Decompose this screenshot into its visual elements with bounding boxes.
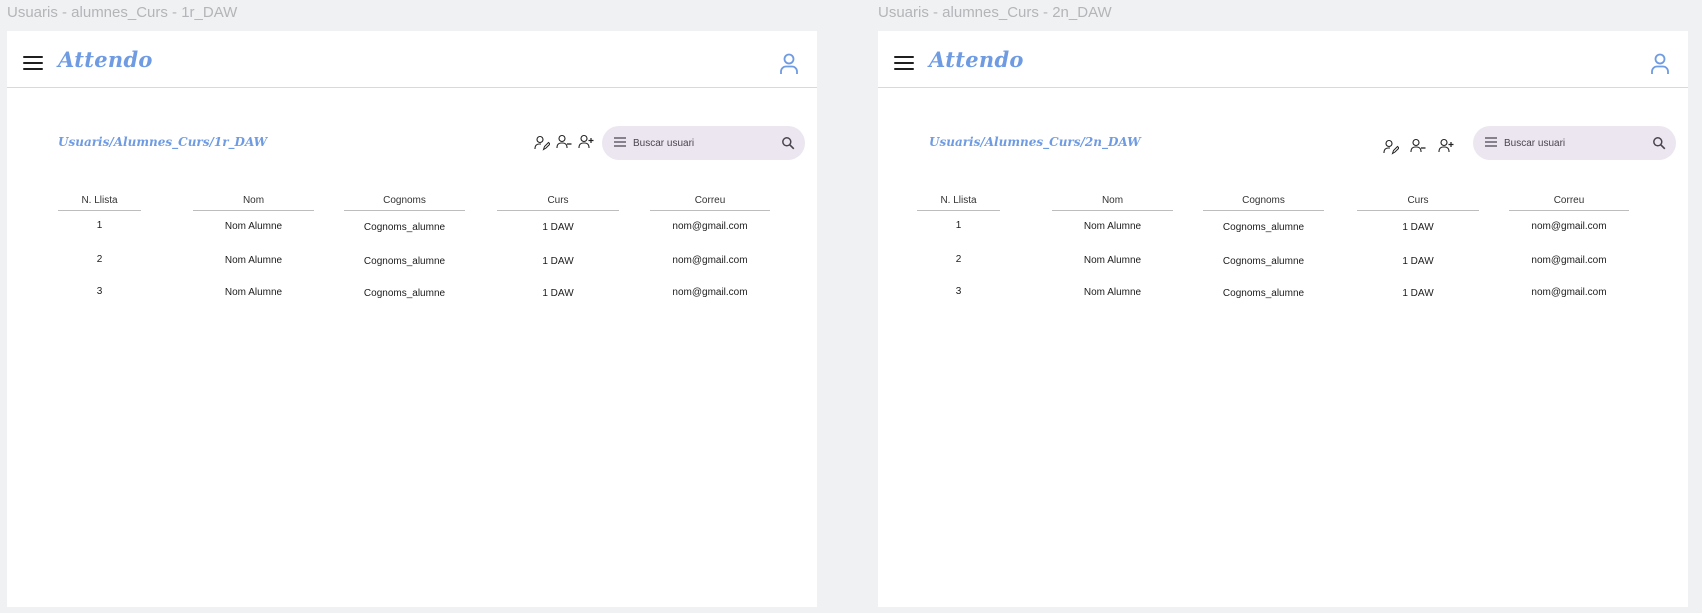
cell-surnames: Cognoms_alumne [1222,288,1305,299]
breadcrumb: Usuaris/Alumnes_Curs/2n_DAW [929,135,1141,149]
user-account-icon[interactable] [779,53,799,75]
user-edit-icon[interactable] [534,135,550,151]
search-input[interactable] [633,134,773,152]
column-header-list-number: N. Llista [917,194,1000,211]
search-bar[interactable] [602,126,805,160]
cell-course: 1 DAW [542,288,574,299]
cell-course: 1 DAW [542,256,574,267]
cell-list-number: 2 [96,254,103,265]
cell-name: Nom Alumne [224,221,283,232]
app-logo-title: Attendo [929,47,1024,72]
cell-course: 1 DAW [1402,222,1434,233]
breadcrumb: Usuaris/Alumnes_Curs/1r_DAW [58,135,268,149]
search-menu-icon[interactable] [1485,137,1497,147]
cell-email: nom@gmail.com [1531,221,1607,232]
cell-email: nom@gmail.com [672,255,748,266]
search-icon[interactable] [781,136,795,150]
search-bar[interactable] [1473,126,1676,160]
user-edit-icon[interactable] [1383,139,1399,155]
user-add-icon[interactable] [578,134,594,150]
hamburger-menu-icon[interactable] [894,56,914,70]
cell-list-number: 1 [96,220,103,231]
column-header-surnames: Cognoms [1203,194,1324,211]
cell-name: Nom Alumne [224,287,283,298]
cell-name: Nom Alumne [224,255,283,266]
app-logo-title: Attendo [58,47,153,72]
cell-email: nom@gmail.com [672,287,748,298]
cell-course: 1 DAW [1402,288,1434,299]
frame-label: Usuaris - alumnes_Curs - 1r_DAW [7,4,238,21]
column-header-email: Correu [1509,194,1629,211]
top-app-bar: Attendo [878,31,1688,88]
search-menu-icon[interactable] [614,137,626,147]
cell-list-number: 3 [955,286,962,297]
cell-course: 1 DAW [542,222,574,233]
frame-label: Usuaris - alumnes_Curs - 2n_DAW [878,4,1112,21]
cell-name: Nom Alumne [1083,221,1142,232]
top-app-bar: Attendo [7,31,817,88]
cell-email: nom@gmail.com [1531,255,1607,266]
cell-surnames: Cognoms_alumne [1222,222,1305,233]
cell-surnames: Cognoms_alumne [363,256,446,267]
search-icon[interactable] [1652,136,1666,150]
cell-email: nom@gmail.com [1531,287,1607,298]
cell-surnames: Cognoms_alumne [1222,256,1305,267]
cell-list-number: 3 [96,286,103,297]
user-remove-icon[interactable] [1410,138,1426,154]
cell-name: Nom Alumne [1083,255,1142,266]
cell-email: nom@gmail.com [672,221,748,232]
column-header-email: Correu [650,194,770,211]
column-header-course: Curs [1357,194,1479,211]
column-header-course: Curs [497,194,619,211]
user-remove-icon[interactable] [556,134,572,150]
search-input[interactable] [1504,134,1644,152]
cell-name: Nom Alumne [1083,287,1142,298]
column-header-surnames: Cognoms [344,194,465,211]
app-frame: Attendo Usuaris/Alumnes_Curs/1r_DAW N. L… [7,31,817,607]
hamburger-menu-icon[interactable] [23,56,43,70]
column-header-name: Nom [1052,194,1173,211]
app-frame: Attendo Usuaris/Alumnes_Curs/2n_DAW N. L… [878,31,1688,607]
cell-course: 1 DAW [1402,256,1434,267]
user-account-icon[interactable] [1650,53,1670,75]
cell-surnames: Cognoms_alumne [363,222,446,233]
column-header-list-number: N. Llista [58,194,141,211]
cell-surnames: Cognoms_alumne [363,288,446,299]
column-header-name: Nom [193,194,314,211]
user-add-icon[interactable] [1438,138,1454,154]
cell-list-number: 2 [955,254,962,265]
cell-list-number: 1 [955,220,962,231]
